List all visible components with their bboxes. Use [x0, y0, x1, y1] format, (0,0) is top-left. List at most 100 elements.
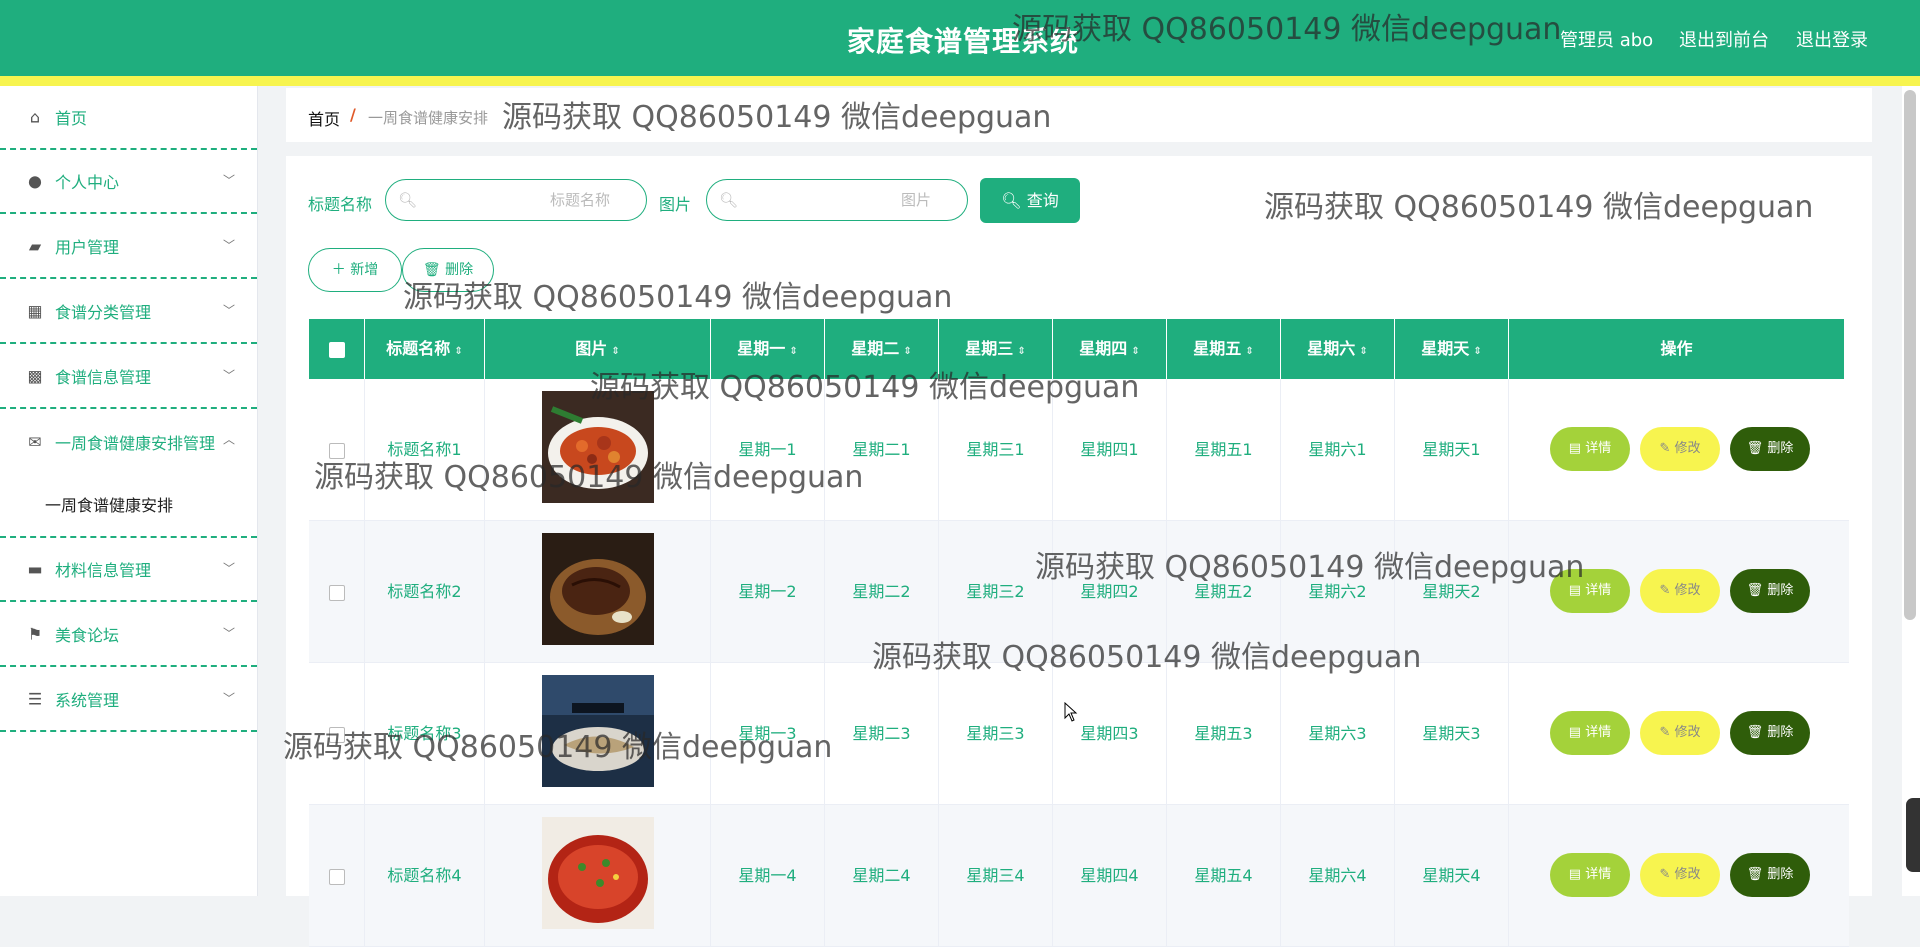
edit-button[interactable]: ✎ 修改 — [1640, 711, 1720, 755]
header-image[interactable]: 图片 ⇕ — [485, 319, 711, 379]
document-icon: ▤ — [1568, 441, 1582, 456]
sidebar-item-system-management[interactable]: ☰ 系统管理 ﹀ — [0, 668, 257, 732]
admin-user-link[interactable]: 管理员 abo — [1560, 26, 1653, 52]
sidebar-subitem-weekly-plan[interactable]: 一周食谱健康安排 — [45, 492, 173, 516]
delete-button[interactable]: 🗑︎ 删除 — [1730, 427, 1810, 471]
list-icon: ☰ — [27, 689, 43, 709]
breadcrumb-home[interactable]: 首页 — [308, 106, 340, 130]
delete-button[interactable]: 🗑︎ 删除 — [1730, 853, 1810, 897]
row-select-cell — [309, 805, 365, 947]
plus-icon: ＋ — [331, 262, 346, 278]
detail-label: 详情 — [1585, 441, 1612, 456]
sidebar-item-home[interactable]: ⌂ 首页 — [0, 86, 257, 150]
row-checkbox[interactable] — [328, 584, 345, 601]
row-checkbox[interactable] — [328, 442, 345, 459]
sidebar-item-label: 系统管理 — [55, 691, 120, 710]
sidebar-item-personal-center[interactable]: ● 个人中心 ﹀ — [0, 150, 257, 214]
search-image-field[interactable]: 🔍︎ — [706, 179, 968, 221]
breadcrumb-current: 一周食谱健康安排 — [368, 109, 489, 127]
delete-button[interactable]: 🗑︎ 删除 — [1730, 711, 1810, 755]
sidebar-item-recipe-category[interactable]: ▦ 食谱分类管理 ﹀ — [0, 280, 257, 344]
header-thursday[interactable]: 星期四 ⇕ — [1053, 319, 1167, 379]
trash-icon: 🗑︎ — [1746, 725, 1764, 740]
edit-label: 修改 — [1674, 441, 1701, 456]
app-title: 家庭食谱管理系统 — [847, 25, 1080, 58]
pencil-icon: ✎ — [1659, 583, 1671, 598]
detail-button[interactable]: ▤ 详情 — [1550, 711, 1630, 755]
exit-to-frontend-link[interactable]: 退出到前台 — [1679, 26, 1769, 52]
search-title-input[interactable] — [488, 190, 612, 210]
detail-label: 详情 — [1585, 867, 1612, 882]
search-title-field[interactable]: 🔍︎ — [385, 179, 647, 221]
cell-thursday: 星期四3 — [1053, 663, 1167, 805]
cell-thursday: 星期四1 — [1053, 379, 1167, 521]
header-friday[interactable]: 星期五 ⇕ — [1167, 319, 1281, 379]
delete-label: 删除 — [1767, 583, 1794, 598]
header-tuesday[interactable]: 星期二 ⇕ — [825, 319, 939, 379]
row-checkbox[interactable] — [328, 726, 345, 743]
food-image — [541, 533, 654, 645]
food-image — [541, 391, 654, 503]
chevron-down-icon: ﹀ — [222, 238, 235, 253]
edit-label: 修改 — [1674, 867, 1701, 882]
cell-tuesday: 星期二2 — [825, 521, 939, 663]
document-icon: ▤ — [1568, 725, 1582, 740]
cell-saturday: 星期六4 — [1281, 805, 1395, 947]
table-row: 标题名称3 星期一3 星期二3 星期三3 星期四3 星期五3 星期六3 星期天3… — [309, 663, 1849, 805]
wallet-icon: ▰ — [28, 236, 42, 256]
header-sunday[interactable]: 星期天 ⇕ — [1395, 319, 1509, 379]
sidebar-item-food-forum[interactable]: ⚑ 美食论坛 ﹀ — [0, 603, 257, 667]
search-image-input[interactable] — [809, 190, 933, 210]
header-saturday[interactable]: 星期六 ⇕ — [1281, 319, 1395, 379]
header-label: 标题名称 — [386, 339, 451, 358]
scrollbar-thumb[interactable] — [1904, 90, 1916, 620]
edit-button[interactable]: ✎ 修改 — [1640, 853, 1720, 897]
cell-image — [485, 521, 711, 663]
header-label: 星期六 — [1307, 339, 1356, 358]
add-button[interactable]: ＋ 新增 — [308, 248, 402, 292]
table-header: 标题名称 ⇕ 图片 ⇕ 星期一 ⇕ 星期二 ⇕ 星期三 ⇕ 星期四 ⇕ 星期五 ⇕ 星期六 ⇕ … — [309, 319, 1844, 379]
logout-link[interactable]: 退出登录 — [1796, 26, 1868, 52]
chevron-down-icon: ﹀ — [222, 303, 235, 318]
sort-icon: ⇕ — [903, 346, 912, 357]
mail-icon: ✉ — [28, 432, 42, 452]
side-float-tab[interactable] — [1906, 798, 1920, 872]
cell-sunday: 星期天4 — [1395, 805, 1509, 947]
delete-button[interactable]: 🗑︎ 删除 — [1730, 569, 1810, 613]
sidebar-item-label: 食谱信息管理 — [55, 368, 152, 387]
edit-button[interactable]: ✎ 修改 — [1640, 427, 1720, 471]
edit-label: 修改 — [1674, 725, 1701, 740]
sidebar-item-material-info[interactable]: ▬ 材料信息管理 ﹀ — [0, 538, 257, 602]
query-button[interactable]: 🔍︎ 查询 — [980, 178, 1080, 223]
sidebar-item-label: 个人中心 — [55, 173, 120, 192]
header-label: 图片 — [575, 339, 608, 358]
header-wednesday[interactable]: 星期三 ⇕ — [939, 319, 1053, 379]
detail-button[interactable]: ▤ 详情 — [1550, 569, 1630, 613]
detail-button[interactable]: ▤ 详情 — [1550, 427, 1630, 471]
cell-saturday: 星期六2 — [1281, 521, 1395, 663]
edit-button[interactable]: ✎ 修改 — [1640, 569, 1720, 613]
cell-saturday: 星期六3 — [1281, 663, 1395, 805]
search-image-label: 图片 — [659, 195, 692, 214]
sidebar-item-recipe-info[interactable]: ▩ 食谱信息管理 ﹀ — [0, 345, 257, 409]
header-label: 星期天 — [1421, 339, 1470, 358]
trash-icon: 🗑︎ — [1746, 867, 1764, 882]
briefcase-icon: ▬ — [27, 559, 43, 579]
detail-button[interactable]: ▤ 详情 — [1550, 853, 1630, 897]
chevron-down-icon: ﹀ — [222, 691, 235, 706]
row-select-cell — [309, 521, 365, 663]
sidebar-item-weekly-plan[interactable]: ✉ 一周食谱健康安排管理 ︿ 一周食谱健康安排 — [0, 410, 257, 538]
header-label: 星期一 — [737, 339, 786, 358]
select-all-checkbox[interactable] — [328, 341, 345, 358]
search-icon: 🔍︎ — [398, 191, 418, 209]
row-checkbox[interactable] — [328, 868, 345, 885]
sort-icon: ⇕ — [611, 346, 620, 357]
sort-icon: ⇕ — [789, 346, 798, 357]
home-icon: ⌂ — [29, 107, 41, 127]
delete-label: 删除 — [1767, 441, 1794, 456]
batch-delete-button[interactable]: 🗑︎ 删除 — [402, 248, 494, 292]
header-monday[interactable]: 星期一 ⇕ — [711, 319, 825, 379]
sidebar-item-label: 一周食谱健康安排管理 — [55, 434, 216, 453]
sidebar-item-user-management[interactable]: ▰ 用户管理 ﹀ — [0, 215, 257, 279]
header-title[interactable]: 标题名称 ⇕ — [365, 319, 485, 379]
